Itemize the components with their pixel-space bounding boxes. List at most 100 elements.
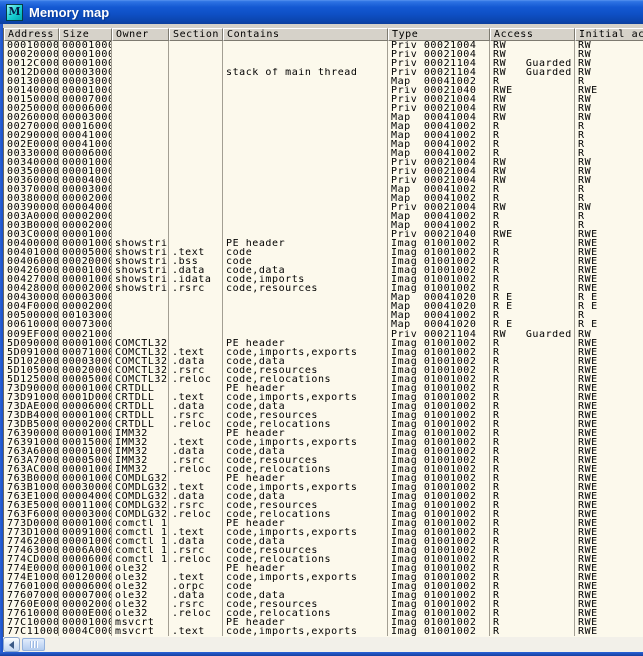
- cell-type: Priv 00021004: [388, 167, 490, 176]
- table-row[interactable]: 763E5000 00011000 COMDLG32 .rsrc code,re…: [4, 501, 643, 510]
- table-row[interactable]: 00330000 00006000 Map 00041002 R R: [4, 149, 643, 158]
- table-row[interactable]: 73D91000 0001D000 CRTDLL .text code,impo…: [4, 393, 643, 402]
- cell-type: Priv 00021104: [388, 68, 490, 77]
- table-row[interactable]: 00250000 00006000 Priv 00021004 RW RW: [4, 104, 643, 113]
- table-row[interactable]: 00380000 00002000 Map 00041002 R R: [4, 194, 643, 203]
- table-row[interactable]: 00260000 00003000 Map 00041004 RW RW: [4, 113, 643, 122]
- table-row[interactable]: 5D105000 00020000 COMCTL32 .rsrc code,re…: [4, 366, 643, 375]
- table-row[interactable]: 00370000 00003000 Map 00041002 R R: [4, 185, 643, 194]
- column-header-access[interactable]: Access: [490, 28, 575, 41]
- table-row[interactable]: 0012C000 00001000 Priv 00021104 RW Guard…: [4, 59, 643, 68]
- table-row[interactable]: 76390000 00001000 IMM32 PE header Imag 0…: [4, 429, 643, 438]
- cell-initial-access: RW: [575, 176, 643, 185]
- table-row[interactable]: 77601000 00006000 ole32 .orpc code Imag …: [4, 582, 643, 591]
- cell-address: 00150000: [4, 95, 59, 104]
- table-row[interactable]: 00290000 00041000 Map 00041002 R R: [4, 131, 643, 140]
- table-row[interactable]: 003A0000 00002000 Map 00041002 R R: [4, 212, 643, 221]
- table-row[interactable]: 763AC000 00001000 IMM32 .reloc code,relo…: [4, 465, 643, 474]
- table-row[interactable]: 009EF000 00021000 Priv 00021104 RW Guard…: [4, 330, 643, 339]
- table-row[interactable]: 00010000 00001000 Priv 00021004 RW RW: [4, 41, 643, 50]
- cell-contains: code,imports,exports: [223, 438, 388, 447]
- cell-address: 00610000: [4, 320, 59, 329]
- table-row[interactable]: 73DB4000 00001000 CRTDLL .rsrc code,reso…: [4, 411, 643, 420]
- scroll-left-button[interactable]: [3, 637, 20, 652]
- table-row[interactable]: 00426000 00001000 showstri .data code,da…: [4, 266, 643, 275]
- column-header-size[interactable]: Size: [59, 28, 112, 41]
- cell-section: [169, 122, 223, 131]
- table-row[interactable]: 5D125000 00005000 COMCTL32 .reloc code,r…: [4, 375, 643, 384]
- table-row[interactable]: 77607000 00007000 ole32 .data code,data …: [4, 591, 643, 600]
- table-row[interactable]: 00350000 00001000 Priv 00021004 RW RW: [4, 167, 643, 176]
- table-row[interactable]: 00390000 00004000 Priv 00021004 RW RW: [4, 203, 643, 212]
- cell-initial-access: RWE: [575, 402, 643, 411]
- table-row[interactable]: 00020000 00001000 Priv 00021004 RW RW: [4, 50, 643, 59]
- table-row[interactable]: 004F0000 00002000 Map 00041020 R E R E: [4, 302, 643, 311]
- scrollbar-thumb[interactable]: [22, 638, 45, 651]
- table-row[interactable]: 00360000 00004000 Priv 00021004 RW RW: [4, 176, 643, 185]
- table-row[interactable]: 0012D000 00003000 stack of main thread P…: [4, 68, 643, 77]
- table-row[interactable]: 773D0000 00001000 comctl_1 PE header Ima…: [4, 519, 643, 528]
- cell-owner: [112, 293, 169, 302]
- cell-type: Imag 01001002: [388, 510, 490, 519]
- cell-contains: code,imports,exports: [223, 528, 388, 537]
- table-row[interactable]: 763B0000 00001000 COMDLG32 PE header Ima…: [4, 474, 643, 483]
- table-row[interactable]: 003C0000 00001000 Priv 00021040 RWE RWE: [4, 230, 643, 239]
- table-row[interactable]: 763A6000 00001000 IMM32 .data code,data …: [4, 447, 643, 456]
- table-row[interactable]: 00150000 00007000 Priv 00021004 RW RW: [4, 95, 643, 104]
- cell-type: Imag 01001002: [388, 393, 490, 402]
- table-row[interactable]: 5D091000 00071000 COMCTL32 .text code,im…: [4, 348, 643, 357]
- table-row[interactable]: 774E0000 00001000 ole32 PE header Imag 0…: [4, 564, 643, 573]
- table-row[interactable]: 00401000 00005000 showstri .text code Im…: [4, 248, 643, 257]
- table-row[interactable]: 002E0000 00041000 Map 00041002 R R: [4, 140, 643, 149]
- table-row[interactable]: 5D090000 00001000 COMCTL32 PE header Ima…: [4, 339, 643, 348]
- cell-section: [169, 77, 223, 86]
- cell-contains: [223, 176, 388, 185]
- table-row[interactable]: 77610000 0000E000 ole32 .reloc code,relo…: [4, 609, 643, 618]
- table-row[interactable]: 00610000 00073000 Map 00041020 R E R E: [4, 320, 643, 329]
- table-row[interactable]: 00340000 00001000 Priv 00021004 RW RW: [4, 158, 643, 167]
- table-row[interactable]: 73DAE000 00006000 CRTDLL .data code,data…: [4, 402, 643, 411]
- table-row[interactable]: 00500000 00103000 Map 00041002 R R: [4, 311, 643, 320]
- table-row[interactable]: 773D1000 00091000 comctl_1 .text code,im…: [4, 528, 643, 537]
- table-row[interactable]: 00428000 00002000 showstri .rsrc code,re…: [4, 284, 643, 293]
- cell-size: 00002000: [59, 284, 112, 293]
- table-row[interactable]: 774E1000 00120000 ole32 .text code,impor…: [4, 573, 643, 582]
- cell-initial-access: RWE: [575, 618, 643, 627]
- cell-section: .text: [169, 573, 223, 582]
- cell-access: R: [490, 257, 575, 266]
- table-row[interactable]: 76391000 00015000 IMM32 .text code,impor…: [4, 438, 643, 447]
- cell-type: Imag 01001002: [388, 438, 490, 447]
- table-row[interactable]: 763F6000 00003000 COMDLG32 .reloc code,r…: [4, 510, 643, 519]
- column-header-owner[interactable]: Owner: [112, 28, 169, 41]
- table-row[interactable]: 00130000 00003000 Map 00041002 R R: [4, 77, 643, 86]
- table-row[interactable]: 00140000 00001000 Priv 00021040 RWE RWE: [4, 86, 643, 95]
- table-row[interactable]: 763B1000 00030000 COMDLG32 .text code,im…: [4, 483, 643, 492]
- table-row[interactable]: 003B0000 00002000 Map 00041002 R R: [4, 221, 643, 230]
- column-header-contains[interactable]: Contains: [223, 28, 388, 41]
- table-row[interactable]: 77463000 0006A000 comctl_1 .rsrc code,re…: [4, 546, 643, 555]
- column-header-type[interactable]: Type: [388, 28, 490, 41]
- table-row[interactable]: 77462000 00001000 comctl_1 .data code,da…: [4, 537, 643, 546]
- column-header-initial-access[interactable]: Initial acc: [575, 28, 643, 41]
- column-header-address[interactable]: Address: [4, 28, 59, 41]
- horizontal-scrollbar[interactable]: [3, 637, 643, 652]
- table-row[interactable]: 77C10000 00001000 msvcrt PE header Imag …: [4, 618, 643, 627]
- titlebar[interactable]: M Memory map: [0, 0, 643, 24]
- table-row[interactable]: 00427000 00001000 showstri .idata code,i…: [4, 275, 643, 284]
- table-row[interactable]: 763E1000 00004000 COMDLG32 .data code,da…: [4, 492, 643, 501]
- table-row[interactable]: 73D90000 00001000 CRTDLL PE header Imag …: [4, 384, 643, 393]
- table-row[interactable]: 73DB5000 00002000 CRTDLL .reloc code,rel…: [4, 420, 643, 429]
- table-row[interactable]: 00270000 00016000 Map 00041002 R R: [4, 122, 643, 131]
- cell-access: R: [490, 384, 575, 393]
- table-row[interactable]: 77C11000 0004C000 msvcrt .text code,impo…: [4, 627, 643, 636]
- table-row[interactable]: 00406000 00020000 showstri .bss code Ima…: [4, 257, 643, 266]
- cell-initial-access: RWE: [575, 257, 643, 266]
- table-row[interactable]: 774CD000 00006000 comctl_1 .reloc code,r…: [4, 555, 643, 564]
- table-row[interactable]: 7760E000 00002000 ole32 .rsrc code,resou…: [4, 600, 643, 609]
- column-header-section[interactable]: Section: [169, 28, 223, 41]
- table-row[interactable]: 00400000 00001000 showstri PE header Ima…: [4, 239, 643, 248]
- table-row[interactable]: 00430000 00003000 Map 00041020 R E R E: [4, 293, 643, 302]
- table-row[interactable]: 5D102000 00003000 COMCTL32 .data code,da…: [4, 357, 643, 366]
- table-row[interactable]: 763A7000 00005000 IMM32 .rsrc code,resou…: [4, 456, 643, 465]
- cell-initial-access: RWE: [575, 573, 643, 582]
